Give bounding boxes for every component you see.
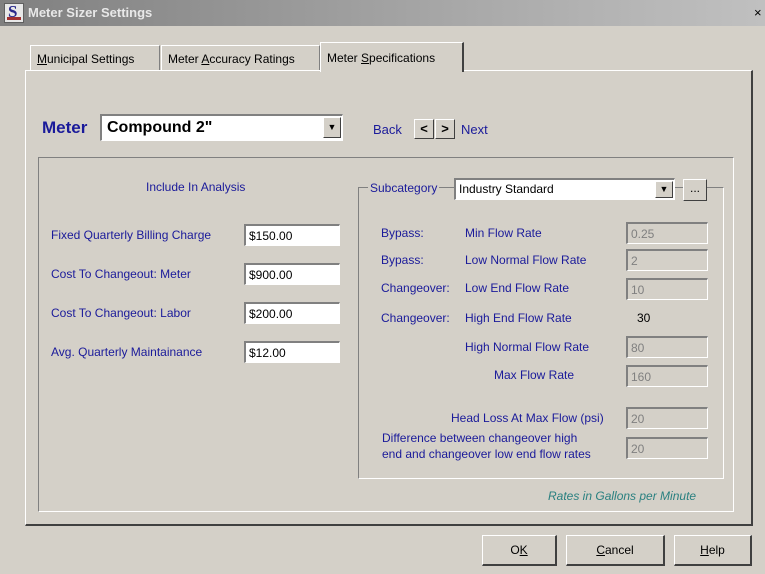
cancel-button[interactable]: Cancel [566, 535, 665, 566]
title-bar: S Meter Sizer Settings × [0, 0, 765, 26]
close-icon[interactable]: × [754, 5, 762, 20]
tab-meter-accuracy-ratings[interactable]: Meter Accuracy Ratings [161, 45, 320, 71]
help-button[interactable]: Help [674, 535, 752, 566]
tab-municipal-settings[interactable]: Municipal Settings [30, 45, 160, 71]
window-title: Meter Sizer Settings [28, 5, 153, 20]
settings-window: S Meter Sizer Settings × Municipal Setti… [0, 0, 765, 574]
tab-panel [25, 70, 753, 526]
tab-meter-specifications[interactable]: Meter Specifications [320, 42, 464, 72]
ok-button[interactable]: OK [482, 535, 557, 566]
app-icon: S [4, 2, 24, 23]
